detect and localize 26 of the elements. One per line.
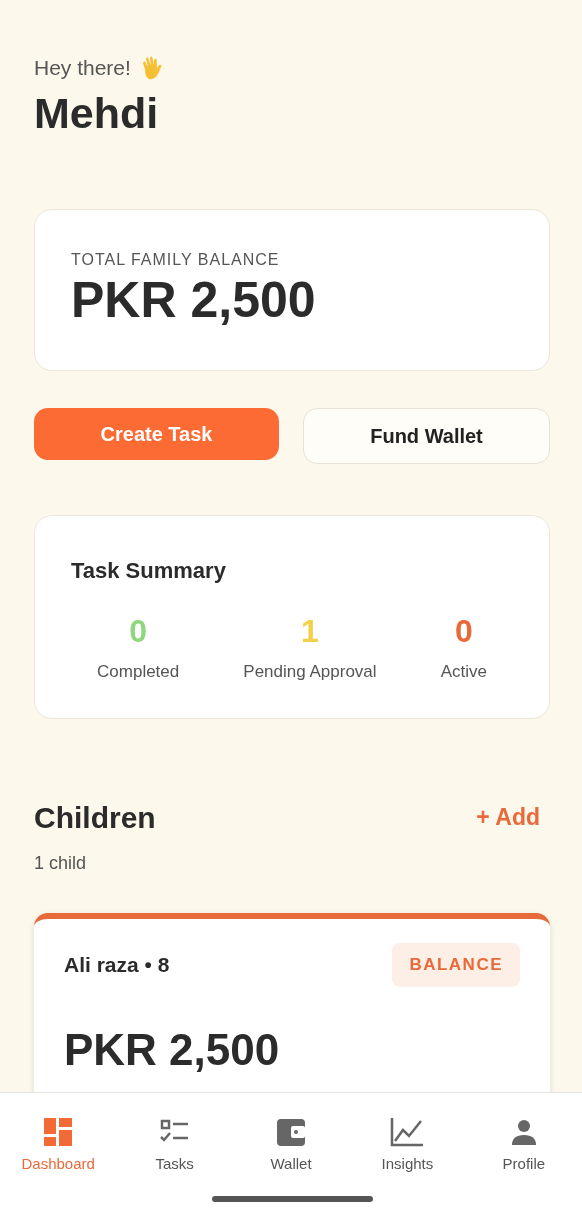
section-title: Children (34, 800, 156, 837)
child-card[interactable]: Ali raza • 8 BALANCE PKR 2,500 (34, 913, 550, 1092)
card-title: Task Summary (70, 556, 227, 585)
stat-label: Completed (97, 660, 180, 683)
user-name: Mehdi (34, 87, 160, 139)
nav-tab[interactable]: Profile (465, 1117, 582, 1175)
child-balance: PKR 2,500 (64, 1023, 281, 1076)
dashboard-icon (43, 1117, 74, 1147)
wallet-icon (275, 1117, 307, 1147)
stat-value: 1 (300, 611, 320, 651)
person-icon (509, 1117, 538, 1147)
stat-label: Active (440, 660, 487, 683)
child-count: 1 child (34, 852, 88, 876)
stat-value: 0 (128, 611, 149, 651)
stat-label: Pending Approval (243, 660, 377, 683)
nav-tab[interactable]: Tasks (116, 1117, 233, 1175)
balance-amount: PKR 2,500 (71, 272, 317, 330)
fund-wallet-button[interactable]: Fund Wallet (303, 407, 550, 464)
stat-value: 0 (453, 611, 474, 651)
nav-tab[interactable]: Wallet (232, 1117, 350, 1175)
child-name: Ali raza • 8 (64, 952, 170, 979)
greeting-text: Hey there! (34, 55, 131, 81)
balance-label: TOTAL FAMILY BALANCE (71, 250, 281, 271)
line-chart-icon (390, 1117, 425, 1147)
balance-tag: BALANCE (392, 943, 520, 987)
nav-tab[interactable]: Insights (349, 1117, 466, 1175)
